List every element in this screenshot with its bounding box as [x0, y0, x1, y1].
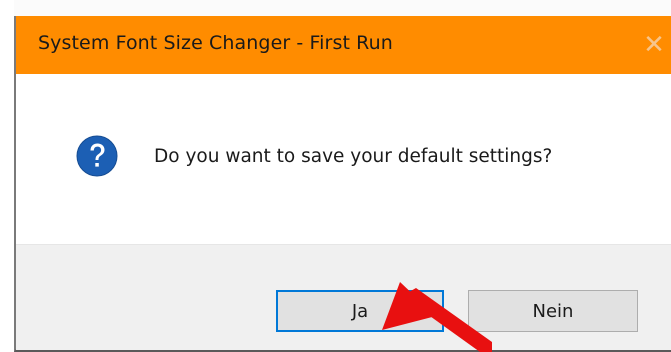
- dialog-title: System Font Size Changer - First Run: [38, 32, 393, 54]
- background-edge: [0, 0, 14, 352]
- button-bar: Ja Nein: [16, 244, 671, 350]
- close-icon[interactable]: ✕: [637, 30, 671, 60]
- title-bar[interactable]: System Font Size Changer - First Run ✕: [16, 16, 671, 74]
- question-icon: [76, 135, 118, 177]
- red-arrow-icon: [382, 282, 492, 352]
- screenshot-frame: System Font Size Changer - First Run ✕ D…: [0, 0, 671, 352]
- first-run-dialog: System Font Size Changer - First Run ✕ D…: [14, 16, 671, 352]
- dialog-message: Do you want to save your default setting…: [154, 146, 553, 167]
- dialog-content: Do you want to save your default setting…: [16, 74, 671, 244]
- no-button[interactable]: Nein: [468, 290, 638, 332]
